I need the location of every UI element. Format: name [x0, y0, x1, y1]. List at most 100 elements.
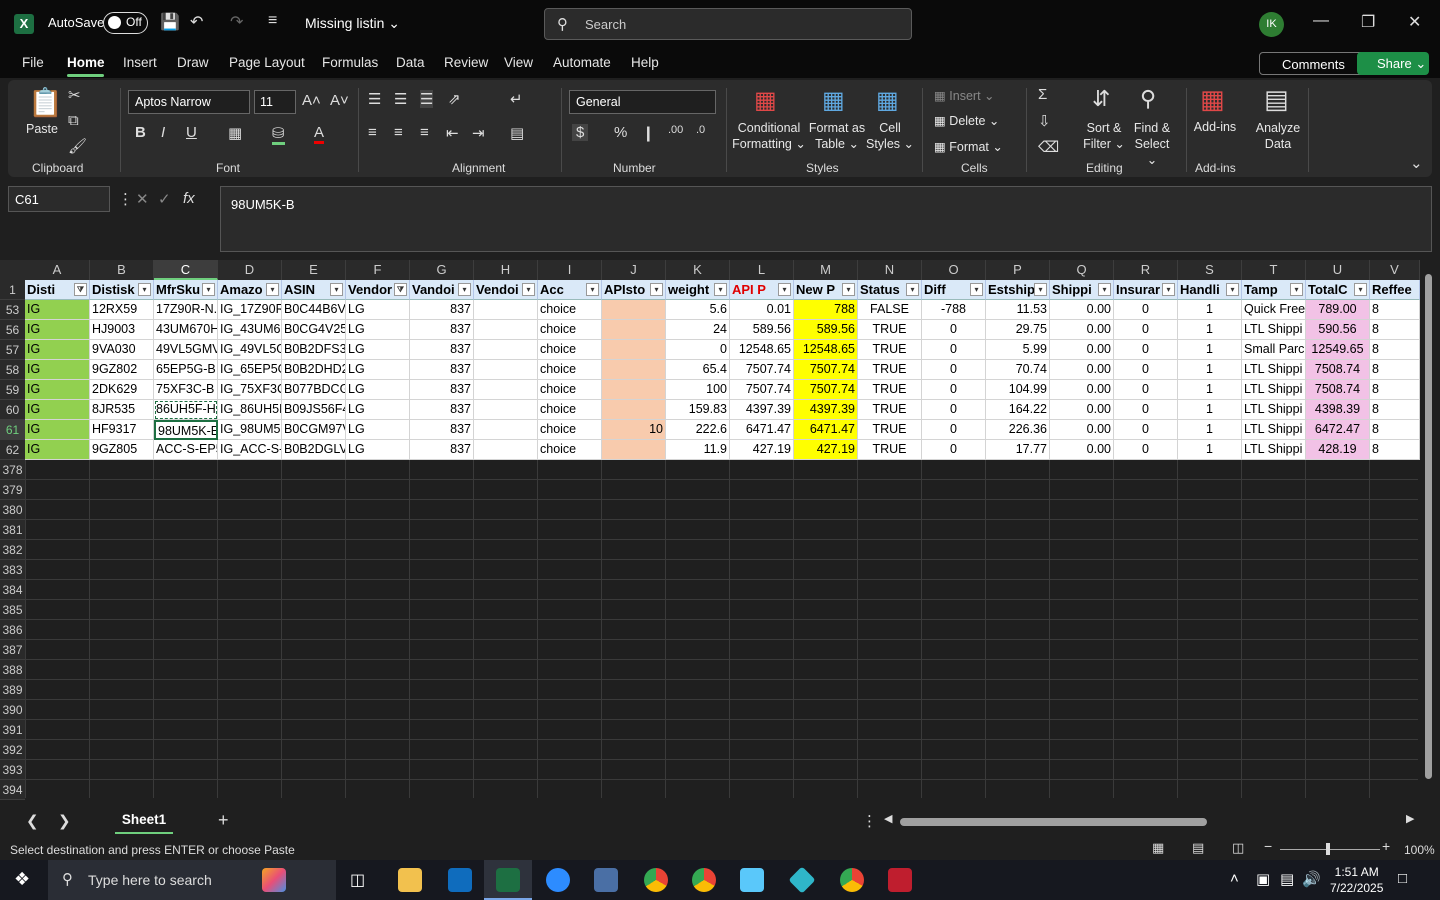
row-header[interactable]: 391 [0, 720, 25, 740]
table-cell[interactable] [602, 380, 666, 400]
zoom-slider[interactable] [1280, 849, 1380, 850]
table-cell[interactable]: 0.00 [1050, 320, 1114, 340]
conditional-formatting-icon[interactable]: ▦ [754, 86, 777, 115]
table-cell[interactable]: TRUE [858, 440, 922, 460]
tab-data[interactable]: Data [396, 55, 425, 70]
table-cell[interactable]: 0.00 [1050, 300, 1114, 320]
table-cell[interactable]: B09JS56F4 [282, 400, 346, 420]
table-cell[interactable]: 1 [1178, 340, 1242, 360]
table-cell[interactable]: 837 [410, 440, 474, 460]
table-cell[interactable]: B0B2DFS3 [282, 340, 346, 360]
italic-icon[interactable]: I [161, 124, 165, 141]
table-cell[interactable]: 65EP5G-B [154, 360, 218, 380]
table-cell[interactable]: 0 [1114, 340, 1178, 360]
format-cells-button[interactable]: ▦ Format ⌄ [934, 139, 1003, 154]
table-header-cell[interactable]: Vandoi ▾ [410, 280, 474, 300]
table-cell[interactable]: 837 [410, 300, 474, 320]
table-cell[interactable]: 1 [1178, 380, 1242, 400]
find-select-button[interactable]: Find & Select ⌄ [1128, 120, 1176, 168]
table-cell[interactable]: 17.77 [986, 440, 1050, 460]
table-cell[interactable]: 8 [1370, 360, 1420, 380]
analyze-data-icon[interactable]: ▤ [1264, 84, 1289, 115]
align-left-icon[interactable]: ≡ [368, 124, 377, 141]
table-cell[interactable]: choice [538, 320, 602, 340]
zoom-in-icon[interactable]: + [1382, 838, 1390, 854]
table-cell[interactable]: 10 [602, 420, 666, 440]
windows-start-icon[interactable]: ❖ [14, 869, 30, 890]
table-cell[interactable]: 0 [1114, 400, 1178, 420]
table-cell[interactable]: choice [538, 400, 602, 420]
tray-app-icon[interactable]: ▣ [1256, 870, 1270, 888]
font-size-select[interactable]: 11 [254, 90, 296, 114]
scroll-left-icon[interactable]: ◀ [884, 812, 892, 825]
next-sheet-icon[interactable]: ❯ [58, 812, 71, 830]
search-box[interactable]: ⚲ Search [544, 8, 912, 40]
table-cell[interactable]: 589.56 [794, 320, 858, 340]
table-cell[interactable]: HJ9003 [90, 320, 154, 340]
cell-styles-button[interactable]: Cell Styles ⌄ [866, 120, 914, 152]
table-cell[interactable]: 0 [922, 340, 986, 360]
table-cell[interactable]: 0.01 [730, 300, 794, 320]
sort-filter-icon[interactable]: ⇵ [1092, 86, 1110, 112]
align-top-icon[interactable]: ☰ [368, 90, 381, 108]
tab-review[interactable]: Review [444, 55, 488, 70]
table-cell[interactable]: 837 [410, 420, 474, 440]
undo-icon[interactable]: ↶ [190, 12, 203, 32]
filter-dropdown-icon[interactable]: ▾ [266, 283, 279, 296]
add-ins-icon[interactable]: ▦ [1200, 84, 1225, 115]
paste-icon[interactable]: 📋 [28, 86, 63, 119]
table-cell[interactable]: 7507.74 [730, 380, 794, 400]
row-header[interactable]: 380 [0, 500, 25, 520]
filter-dropdown-icon[interactable]: ▾ [906, 283, 919, 296]
number-format-select[interactable]: General [569, 90, 716, 114]
filter-dropdown-icon[interactable]: ▾ [714, 283, 727, 296]
table-cell[interactable]: TRUE [858, 420, 922, 440]
table-cell[interactable]: 8 [1370, 340, 1420, 360]
table-cell[interactable]: 11.53 [986, 300, 1050, 320]
cell-styles-icon[interactable]: ▦ [876, 86, 899, 115]
table-header-cell[interactable]: Estship ▾ [986, 280, 1050, 300]
table-cell[interactable]: 0 [922, 440, 986, 460]
tab-view[interactable]: View [504, 55, 533, 70]
table-header-cell[interactable]: Acc ▾ [538, 280, 602, 300]
table-cell[interactable]: 0 [922, 360, 986, 380]
column-header-i[interactable]: I [538, 260, 602, 280]
table-cell[interactable]: choice [538, 340, 602, 360]
table-cell[interactable]: 29.75 [986, 320, 1050, 340]
filter-dropdown-icon[interactable]: ⧩ [394, 283, 407, 296]
horizontal-scroll-thumb[interactable] [900, 818, 1207, 826]
column-header-t[interactable]: T [1242, 260, 1306, 280]
column-header-o[interactable]: O [922, 260, 986, 280]
table-cell[interactable]: 0.00 [1050, 420, 1114, 440]
delete-cells-button[interactable]: ▦ Delete ⌄ [934, 113, 999, 128]
table-cell[interactable]: choice [538, 380, 602, 400]
table-cell[interactable] [474, 380, 538, 400]
filezilla-icon[interactable] [888, 868, 912, 892]
table-cell[interactable]: 0 [1114, 300, 1178, 320]
table-cell[interactable]: 590.56 [1306, 320, 1370, 340]
filter-dropdown-icon[interactable]: ⧩ [74, 283, 87, 296]
prev-sheet-icon[interactable]: ❮ [26, 812, 39, 830]
scroll-right-icon[interactable]: ▶ [1406, 812, 1414, 825]
sheet-tab-sheet1[interactable]: Sheet1 [115, 806, 173, 834]
table-cell[interactable]: IG [25, 380, 90, 400]
zoom-level[interactable]: 100% [1404, 843, 1435, 857]
percent-icon[interactable]: % [614, 124, 627, 141]
row-header[interactable]: 61 [0, 420, 25, 440]
column-header-r[interactable]: R [1114, 260, 1178, 280]
merge-center-icon[interactable]: ▤ [510, 124, 524, 142]
table-cell[interactable]: 1 [1178, 420, 1242, 440]
table-cell[interactable]: 0.00 [1050, 400, 1114, 420]
increase-font-icon[interactable]: A˄ [302, 92, 321, 109]
table-cell[interactable]: 427.19 [730, 440, 794, 460]
column-header-q[interactable]: Q [1050, 260, 1114, 280]
chrome-icon[interactable] [644, 868, 668, 892]
table-cell[interactable]: 9VA030 [90, 340, 154, 360]
taskbar-excel-active[interactable] [484, 860, 532, 900]
app-icon[interactable] [740, 868, 764, 892]
column-header-e[interactable]: E [282, 260, 346, 280]
bold-icon[interactable]: B [135, 124, 146, 141]
table-header-cell[interactable]: TotalC ▾ [1306, 280, 1370, 300]
widgets-icon[interactable] [262, 868, 286, 892]
paste-label[interactable]: Paste [26, 122, 58, 136]
